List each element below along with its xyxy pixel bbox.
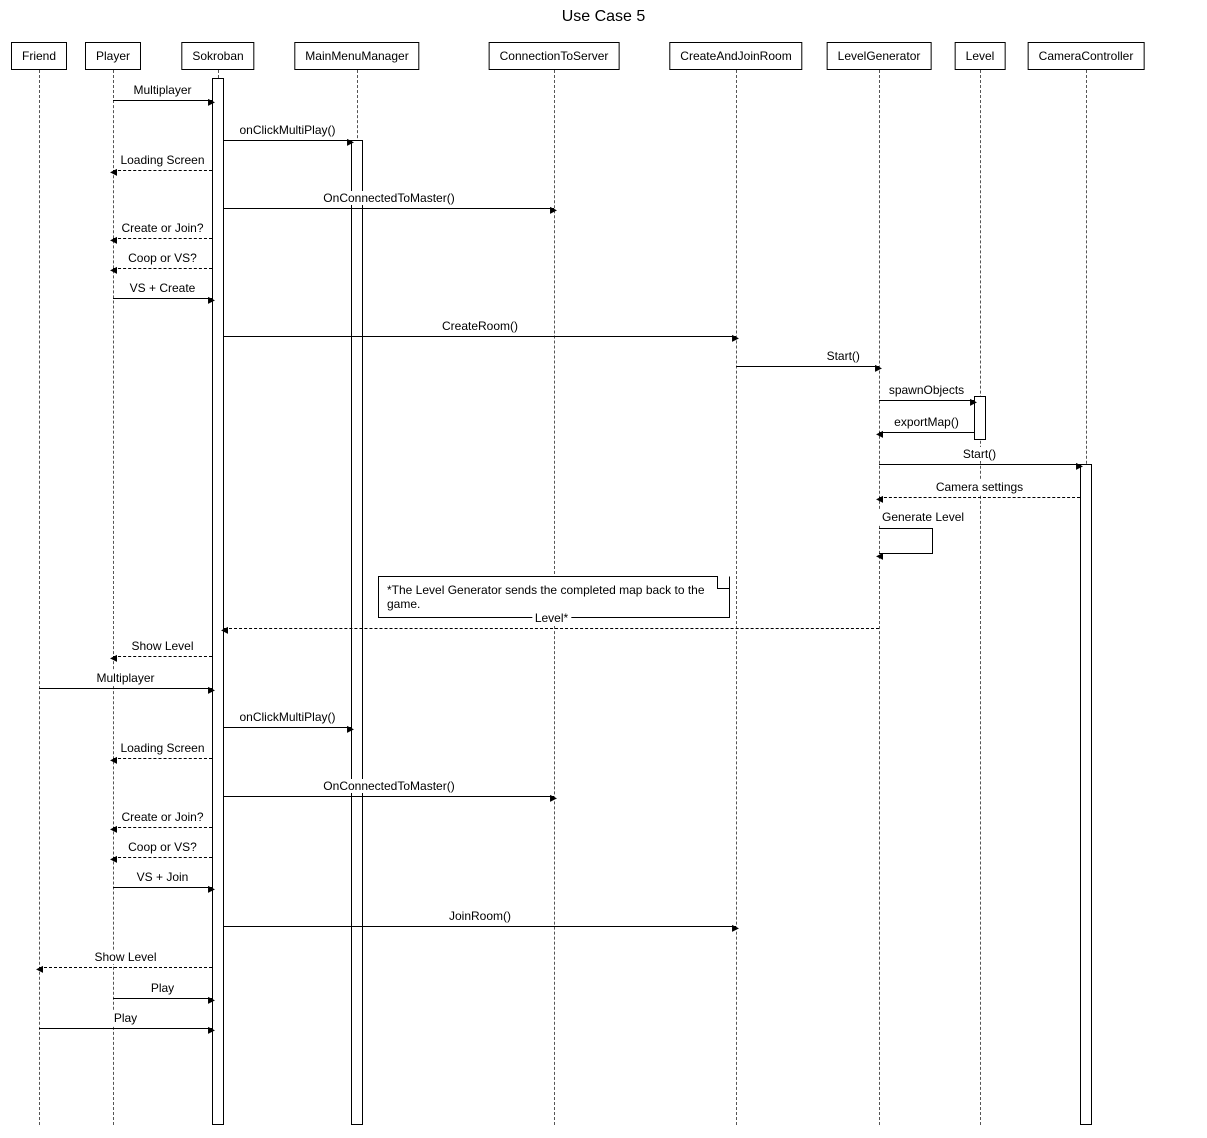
- participant-friend: Friend: [11, 42, 67, 70]
- activation-mainmenu: [351, 140, 363, 1125]
- lifeline-levelgen: [879, 70, 880, 1125]
- msg-generate-level: ◂ Generate Level: [879, 528, 933, 554]
- activation-sokroban: [212, 78, 224, 1125]
- participant-level: Level: [955, 42, 1006, 70]
- participant-player: Player: [85, 42, 141, 70]
- lifeline-room: [736, 70, 737, 1125]
- activation-camera: [1080, 464, 1092, 1125]
- participant-room: CreateAndJoinRoom: [669, 42, 802, 70]
- diagram-title: Use Case 5: [0, 8, 1207, 26]
- participant-levelgen: LevelGenerator: [827, 42, 932, 70]
- participant-sokroban: Sokroban: [181, 42, 254, 70]
- participant-connection: ConnectionToServer: [489, 42, 620, 70]
- participant-mainmenu: MainMenuManager: [294, 42, 419, 70]
- participant-camera: CameraController: [1028, 42, 1145, 70]
- lifeline-level: [980, 70, 981, 1125]
- sequence-diagram: Use Case 5 Friend Player Sokroban MainMe…: [0, 0, 1207, 1138]
